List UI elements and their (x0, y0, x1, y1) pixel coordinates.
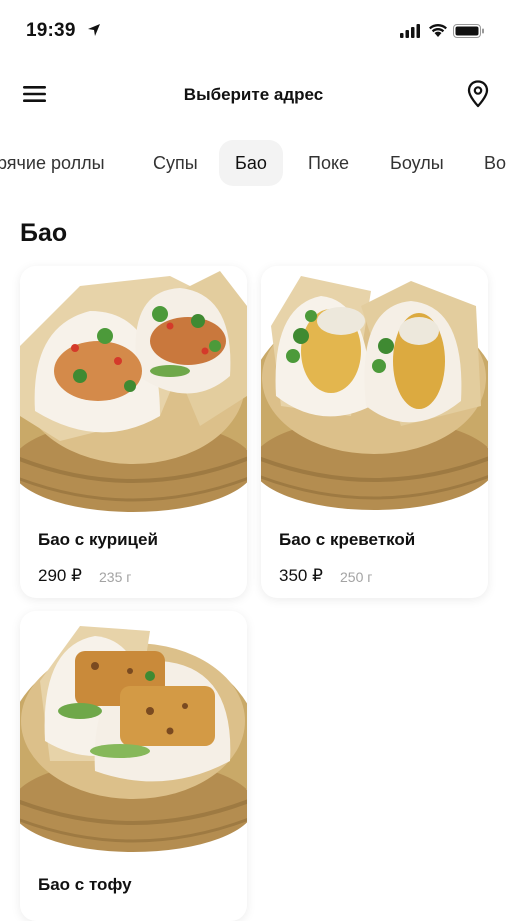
tab-next[interactable]: Во (484, 140, 506, 186)
status-time: 19:39 (26, 20, 76, 41)
product-card[interactable]: Бао с креветкой 350 ₽ 250 г (261, 266, 488, 598)
product-name: Бао с креветкой (279, 530, 416, 549)
product-name: Бао с тофу (38, 875, 132, 894)
product-name: Бао с курицей (38, 530, 158, 549)
wifi-icon (429, 23, 447, 37)
tab-bao[interactable]: Бао (219, 140, 283, 186)
product-price: 350 ₽ (279, 566, 323, 585)
tab-hot-rolls[interactable]: рячие роллы (0, 140, 105, 186)
tab-soups[interactable]: Супы (153, 140, 198, 186)
product-weight: 250 г (340, 569, 373, 585)
category-tabs: рячие роллы Супы Бао Поке Боулы Во (0, 140, 507, 188)
app-header: Выберите адрес (0, 70, 507, 120)
section-title: Бао (20, 219, 68, 247)
product-card[interactable]: Бао с тофу (20, 611, 247, 921)
location-arrow-icon (88, 24, 100, 36)
status-bar: 19:39 (0, 0, 507, 62)
tab-bowls[interactable]: Боулы (390, 140, 444, 186)
map-pin-icon (467, 80, 489, 108)
product-price: 290 ₽ (38, 566, 82, 585)
tab-poke[interactable]: Поке (308, 140, 349, 186)
battery-icon (453, 24, 484, 38)
product-weight: 235 г (99, 569, 132, 585)
location-button[interactable] (464, 79, 492, 109)
bao-tofu-image (20, 611, 247, 859)
address-selector[interactable]: Выберите адрес (0, 85, 507, 105)
cellular-signal-icon (400, 24, 420, 38)
bao-chicken-image (20, 266, 247, 514)
product-card[interactable]: Бао с курицей 290 ₽ 235 г (20, 266, 247, 598)
bao-shrimp-image (261, 266, 488, 514)
